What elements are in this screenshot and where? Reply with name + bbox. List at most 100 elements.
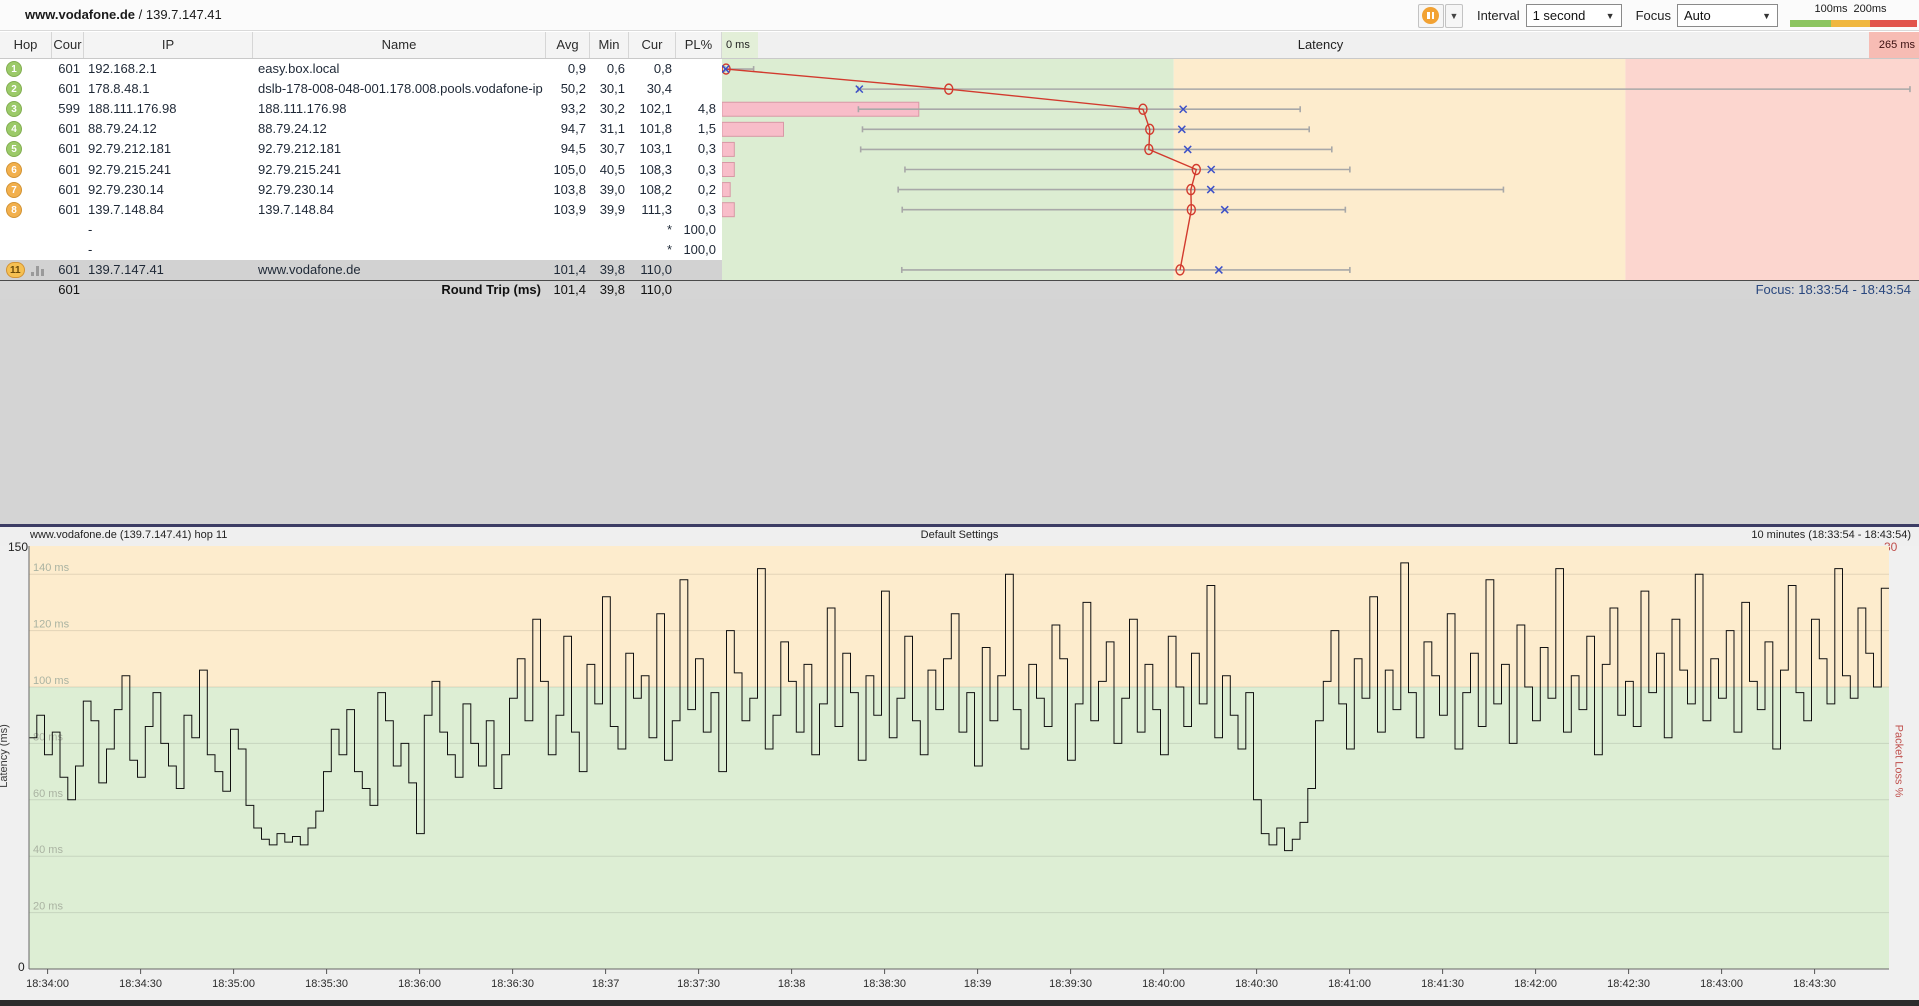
latency-chart-title: Latency [1297, 37, 1344, 52]
hop-count-cell [52, 220, 80, 240]
x-axis-tick-label: 18:40:00 [1142, 978, 1185, 990]
x-axis-tick-label: 18:34:00 [26, 978, 69, 990]
cur-cell: * [666, 241, 672, 257]
cur-cell: 30,4 [646, 81, 672, 97]
mini-graph-icon [31, 265, 47, 276]
hop-badge: 6 [6, 161, 22, 178]
avg-cell: 93,2 [560, 101, 586, 117]
x-axis-tick-label: 18:37:30 [677, 978, 720, 990]
hop-count-cell: 601 [58, 161, 80, 177]
x-axis-tick-label: 18:41:30 [1421, 978, 1464, 990]
pause-menu-button[interactable]: ▼ [1444, 3, 1463, 28]
svg-text:120 ms: 120 ms [33, 619, 70, 631]
toolbar-controls: ▼ Interval 1 second ▼ Focus Auto ▼ 100ms… [1417, 0, 1917, 31]
x-axis-tick-label: 18:34:30 [119, 978, 162, 990]
name-cell: 139.7.148.84 [258, 201, 334, 217]
table-row[interactable]: 7 601 92.79.230.14 92.79.230.14 103,8 39,0 108… [0, 180, 722, 200]
ip-cell: 92.79.212.181 [88, 141, 172, 157]
round-trip-count: 601 [58, 282, 80, 297]
name-cell: 188.111.176.98 [258, 101, 347, 117]
svg-text:100 ms: 100 ms [33, 675, 70, 687]
avg-cell: 103,8 [553, 181, 586, 197]
toolbar: www.vodafone.de / 139.7.147.41 ▼ Interva… [0, 0, 1919, 31]
cur-cell: 108,3 [639, 161, 672, 177]
ip-cell: - [88, 221, 93, 237]
chevron-down-icon: ▼ [1449, 10, 1459, 21]
avg-cell [546, 220, 586, 240]
col-header-pl[interactable]: PL% [676, 32, 722, 58]
hop-count-cell [52, 240, 80, 260]
col-header-hop[interactable]: Hop [0, 32, 52, 58]
hop-badge: 8 [6, 201, 22, 218]
cur-cell: 103,1 [639, 141, 672, 157]
chevron-down-icon: ▼ [1605, 10, 1615, 21]
svg-text:40 ms: 40 ms [33, 844, 63, 856]
window-bottom-edge [0, 1000, 1919, 1006]
pl-cell: 0,3 [697, 161, 716, 177]
col-header-count[interactable]: Cour [52, 32, 84, 58]
table-row[interactable]: 1 601 192.168.2.1 easy.box.local 0,9 0,6 0,8 [0, 59, 722, 79]
table-row[interactable]: 2 601 178.8.48.1 dslb-178-008-048-001.178.0… [0, 79, 722, 99]
table-row[interactable]: 5 601 92.79.212.181 92.79.212.181 94,5 30,7 10… [0, 139, 722, 159]
target-ip: / 139.7.147.41 [135, 7, 222, 22]
pause-button[interactable] [1417, 3, 1444, 28]
hop-count-cell: 601 [58, 121, 80, 137]
table-row[interactable]: 11 601 139.7.147.41 www.vodafone.de 101,4 39,… [0, 259, 722, 280]
table-row[interactable]: - * 100,0 [0, 240, 722, 260]
pause-icon [1422, 7, 1440, 24]
table-row[interactable]: 4 601 88.79.24.12 88.79.24.12 94,7 31,1 101,8 1… [0, 119, 722, 139]
min-cell [590, 220, 625, 240]
x-axis-tick-label: 18:38 [778, 978, 806, 990]
interval-select[interactable]: 1 second ▼ [1525, 4, 1622, 27]
hop-badge: 5 [6, 141, 22, 158]
round-trip-label: Round Trip (ms) [441, 282, 541, 297]
x-axis-tick-label: 18:42:00 [1514, 978, 1557, 990]
table-row[interactable]: 3 599 188.111.176.98 188.111.176.98 93,2 30,2… [0, 99, 722, 119]
min-cell: 39,9 [599, 201, 625, 217]
col-header-min[interactable]: Min [590, 32, 629, 58]
pl-cell [676, 59, 716, 79]
x-axis-tick-label: 18:38:30 [863, 978, 906, 990]
pl-cell: 4,8 [697, 101, 716, 117]
table-header: Hop Cour IP Name Avg Min Cur PL% Latency… [0, 32, 1919, 59]
pl-cell [676, 260, 716, 280]
hop-badge: 2 [6, 81, 22, 98]
ip-cell: - [88, 241, 93, 257]
min-cell: 39,8 [599, 261, 625, 277]
avg-cell: 94,7 [560, 121, 586, 137]
round-trip-cur: 110,0 [640, 282, 672, 297]
table-row[interactable]: 6 601 92.79.215.241 92.79.215.241 105,0 40,5 1… [0, 160, 722, 180]
timeline-latency-graph: 140 ms 120 ms 100 ms 80 ms 60 ms 40 ms 20 ms 18… [26, 546, 1889, 990]
col-header-cur[interactable]: Cur [629, 32, 676, 58]
pingplotter-window: www.vodafone.de / 139.7.147.41 ▼ Interva… [0, 0, 1919, 1006]
name-cell: 92.79.230.14 [258, 181, 334, 197]
interval-value: 1 second [1532, 8, 1586, 23]
interval-label: Interval [1476, 8, 1520, 23]
avg-cell: 0,9 [567, 61, 586, 76]
hop-badge: 4 [6, 121, 22, 138]
ip-cell: 88.79.24.12 [88, 121, 157, 137]
legend-gradient-bar [1790, 19, 1917, 27]
col-header-name[interactable]: Name [253, 32, 546, 58]
pl-cell: 0,3 [697, 201, 716, 217]
hop-badge: 11 [6, 261, 25, 278]
pl-cell: 100,0 [683, 221, 716, 237]
x-axis-tick-label: 18:43:30 [1793, 978, 1836, 990]
cur-cell: * [666, 221, 672, 237]
cur-cell: 0,8 [653, 61, 672, 76]
hop-badge: 7 [6, 181, 22, 198]
chevron-down-icon: ▼ [1762, 10, 1771, 21]
x-axis-tick-label: 18:40:30 [1235, 978, 1278, 990]
col-header-ip[interactable]: IP [84, 32, 253, 58]
hop-badge: 3 [6, 101, 22, 118]
table-row[interactable]: - * 100,0 [0, 220, 722, 240]
latency-scale-min-label: 0 ms [722, 32, 758, 58]
focus-select[interactable]: Auto ▼ [1677, 4, 1778, 27]
table-row[interactable]: 8 601 139.7.148.84 139.7.148.84 103,9 39,9 111… [0, 200, 722, 220]
avg-cell: 94,5 [560, 141, 586, 157]
top-latency-chart [722, 59, 1919, 280]
latency-scale-max-label: 265 ms [1868, 32, 1919, 58]
name-cell: 92.79.215.241 [258, 161, 342, 177]
latency-color-legend: 100ms 200ms [1790, 3, 1917, 29]
col-header-avg[interactable]: Avg [546, 32, 590, 58]
